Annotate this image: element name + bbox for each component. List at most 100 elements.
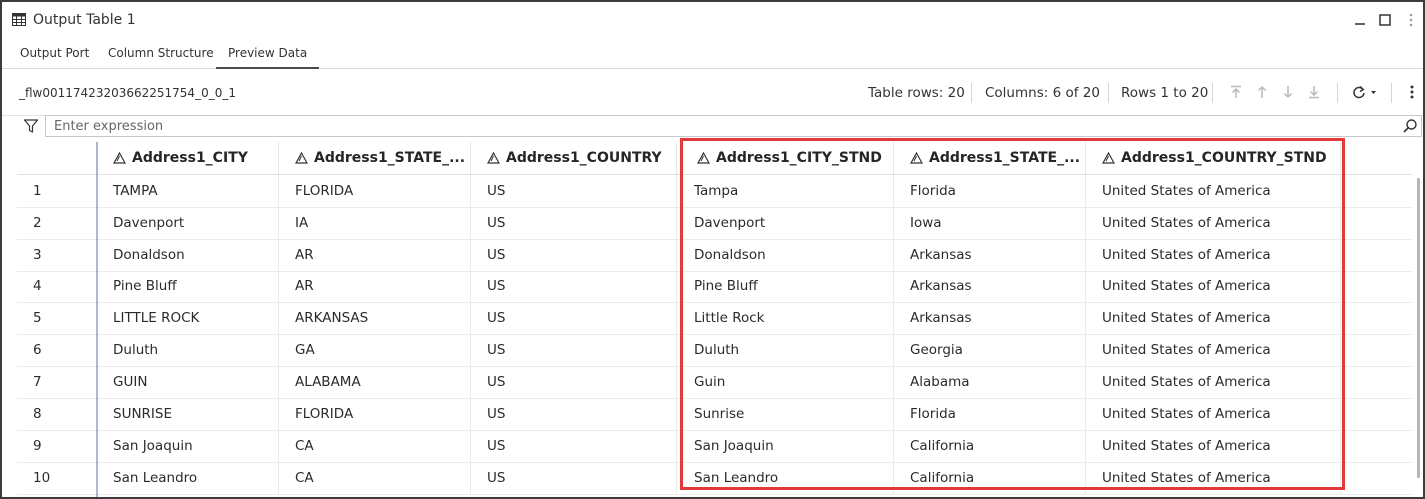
table-cell[interactable]: Arkansas (894, 239, 1086, 271)
table-row[interactable]: 8 SUNRISE FLORIDA US Sunrise Florida Uni… (17, 398, 1412, 431)
table-cell[interactable]: Alabama (894, 366, 1086, 398)
table-row[interactable]: 2 Davenport IA US Davenport Iowa United … (17, 207, 1412, 240)
maximize-icon[interactable] (1377, 12, 1393, 28)
table-cell[interactable]: Florida (894, 175, 1086, 207)
table-cell[interactable]: Duluth (97, 334, 279, 366)
table-cell[interactable]: San Leandro (97, 462, 279, 494)
table-row[interactable]: 1 TAMPA FLORIDA US Tampa Florida United … (17, 175, 1412, 208)
vertical-ellipsis-icon[interactable] (1404, 84, 1420, 100)
tab-column-structure[interactable]: Column Structure (108, 46, 214, 68)
table-cell[interactable]: United States of America (1086, 270, 1341, 302)
table-cell[interactable]: AR (279, 270, 471, 302)
table-cell[interactable]: United States of America (1086, 175, 1341, 207)
table-cell[interactable]: CA (279, 462, 471, 494)
table-cell[interactable]: US (471, 398, 677, 430)
table-cell[interactable]: Donaldson (97, 239, 279, 271)
table-row[interactable]: 10 San Leandro CA US San Leandro Califor… (17, 462, 1412, 495)
minimize-icon[interactable] (1352, 12, 1368, 28)
column-header[interactable]: Address1_STATE_... (279, 142, 471, 174)
table-cell[interactable]: Arkansas (894, 270, 1086, 302)
table-cell[interactable]: United States of America (1086, 398, 1341, 430)
table-row[interactable]: 5 LITTLE ROCK ARKANSAS US Little Rock Ar… (17, 302, 1412, 335)
table-cell[interactable]: Donaldson (677, 239, 894, 271)
table-cell[interactable]: Sunrise (677, 398, 894, 430)
table-cell[interactable]: LITTLE ROCK (97, 302, 279, 334)
table-cell[interactable]: Little Rock (677, 302, 894, 334)
table-row[interactable]: 7 GUIN ALABAMA US Guin Alabama United St… (17, 366, 1412, 399)
previous-page-icon[interactable] (1254, 84, 1270, 100)
row-number: 4 (33, 278, 42, 294)
table-row[interactable]: 4 Pine Bluff AR US Pine Bluff Arkansas U… (17, 270, 1412, 303)
columns-count-button[interactable]: Columns: 6 of 20 (985, 85, 1100, 101)
row-number: 2 (33, 215, 42, 231)
table-cell[interactable]: TAMPA (97, 175, 279, 207)
table-cell[interactable]: Tampa (677, 175, 894, 207)
table-cell[interactable]: Davenport (97, 207, 279, 239)
column-header[interactable]: Address1_CITY (97, 142, 279, 174)
table-cell[interactable]: US (471, 366, 677, 398)
table-cell[interactable]: AR (279, 239, 471, 271)
search-icon[interactable] (1402, 118, 1418, 134)
table-cell[interactable]: California (894, 430, 1086, 462)
table-cell[interactable]: Iowa (894, 207, 1086, 239)
table-cell[interactable]: GA (279, 334, 471, 366)
table-cell[interactable]: IA (279, 207, 471, 239)
table-cell[interactable]: GUIN (97, 366, 279, 398)
table-row[interactable]: 9 San Joaquin CA US San Joaquin Californ… (17, 430, 1412, 463)
table-cell[interactable]: US (471, 462, 677, 494)
preview-toolbar: _flw00117423203662251754_0_0_1 Table row… (2, 69, 1423, 116)
table-cell[interactable]: US (471, 175, 677, 207)
table-cell[interactable]: United States of America (1086, 207, 1341, 239)
character-type-icon (697, 152, 710, 164)
table-cell[interactable]: US (471, 239, 677, 271)
filter-icon[interactable] (23, 118, 39, 134)
table-cell[interactable]: ARKANSAS (279, 302, 471, 334)
window-more-icon[interactable] (1403, 12, 1419, 28)
table-cell[interactable]: Davenport (677, 207, 894, 239)
column-header[interactable]: Address1_COUNTRY (471, 142, 677, 174)
table-cell[interactable]: Pine Bluff (97, 270, 279, 302)
refresh-icon[interactable] (1352, 84, 1380, 100)
table-cell[interactable]: California (894, 462, 1086, 494)
table-cell[interactable]: Arkansas (894, 302, 1086, 334)
table-cell[interactable]: Duluth (677, 334, 894, 366)
column-header-label: Address1_COUNTRY (506, 150, 662, 166)
table-cell[interactable]: Georgia (894, 334, 1086, 366)
tab-preview-data[interactable]: Preview Data (215, 46, 320, 69)
column-header-label: Address1_CITY_STND (716, 150, 882, 166)
table-cell[interactable]: US (471, 302, 677, 334)
table-cell[interactable]: Pine Bluff (677, 270, 894, 302)
table-cell[interactable]: ALABAMA (279, 366, 471, 398)
table-cell[interactable]: FLORIDA (279, 175, 471, 207)
column-header[interactable]: Address1_COUNTRY_STND (1086, 142, 1341, 174)
next-page-icon[interactable] (1280, 84, 1296, 100)
table-cell[interactable]: Florida (894, 398, 1086, 430)
table-cell[interactable]: US (471, 207, 677, 239)
table-cell[interactable]: San Joaquin (97, 430, 279, 462)
table-cell[interactable]: US (471, 430, 677, 462)
table-cell[interactable]: Guin (677, 366, 894, 398)
table-cell[interactable]: US (471, 270, 677, 302)
table-cell[interactable]: United States of America (1086, 430, 1341, 462)
table-cell[interactable]: FLORIDA (279, 398, 471, 430)
last-page-icon[interactable] (1306, 84, 1322, 100)
table-cell[interactable]: United States of America (1086, 462, 1341, 494)
table-cell[interactable]: San Leandro (677, 462, 894, 494)
table-cell[interactable]: United States of America (1086, 334, 1341, 366)
table-cell[interactable]: United States of America (1086, 239, 1341, 271)
table-row[interactable]: 3 Donaldson AR US Donaldson Arkansas Uni… (17, 239, 1412, 272)
tab-output-port[interactable]: Output Port (20, 46, 89, 68)
table-cell[interactable]: San Joaquin (677, 430, 894, 462)
first-page-icon[interactable] (1228, 84, 1244, 100)
table-cell[interactable]: US (471, 334, 677, 366)
vertical-scrollbar[interactable] (1417, 178, 1420, 478)
table-cell[interactable]: United States of America (1086, 366, 1341, 398)
expression-input[interactable] (54, 117, 1384, 135)
table-cell[interactable]: United States of America (1086, 302, 1341, 334)
column-header[interactable]: Address1_STATE_... (894, 142, 1086, 174)
column-header-label: Address1_STATE_... (929, 150, 1081, 166)
table-row[interactable]: 6 Duluth GA US Duluth Georgia United Sta… (17, 334, 1412, 367)
table-cell[interactable]: SUNRISE (97, 398, 279, 430)
column-header[interactable]: Address1_CITY_STND (677, 142, 894, 174)
table-cell[interactable]: CA (279, 430, 471, 462)
